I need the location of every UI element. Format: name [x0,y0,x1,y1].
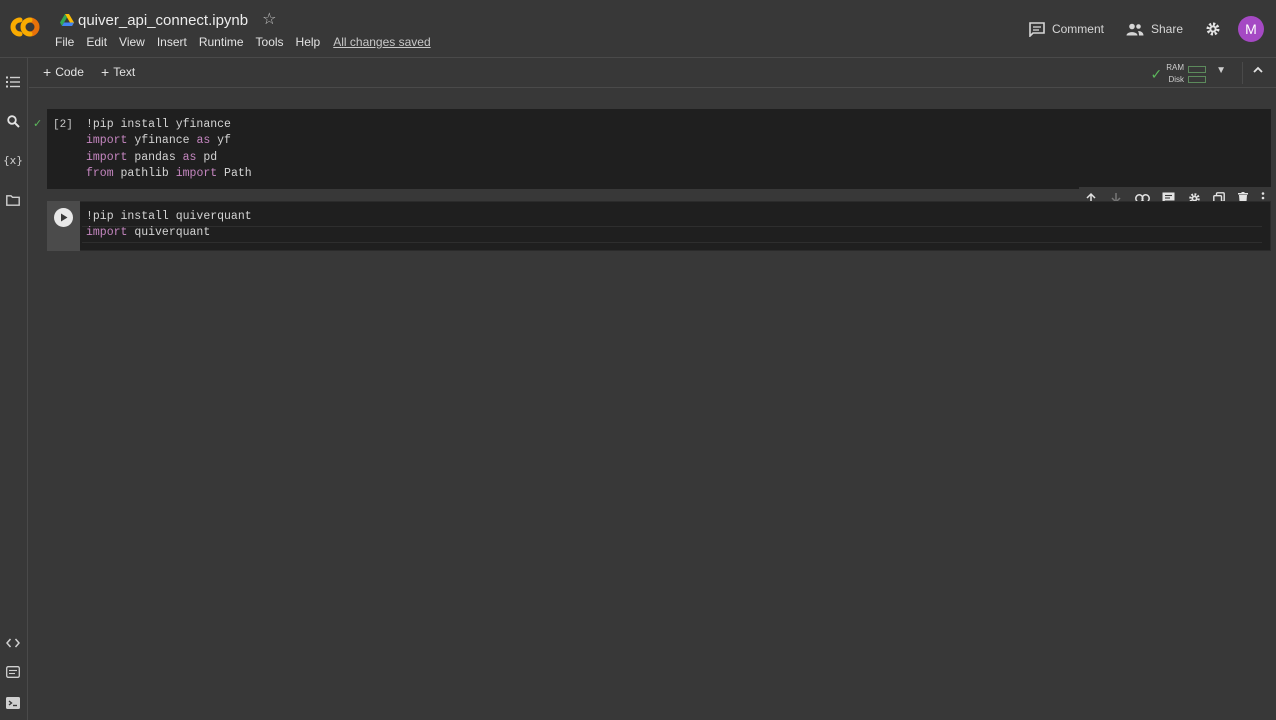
runtime-dropdown-icon[interactable]: ▼ [1216,65,1226,76]
code-token: !pip install quiverquant [86,210,252,223]
toolbar-divider [1242,62,1243,84]
variables-icon[interactable]: {x} [3,152,23,168]
left-sidebar: {x} [0,58,28,720]
notebook-title[interactable]: quiver_api_connect.ipynb [78,12,248,29]
code-keyword: as [196,134,211,148]
connected-check-icon: ✓ [1150,65,1163,82]
play-icon [60,213,67,222]
code-token: yf [210,134,231,148]
terminal-icon[interactable] [5,695,21,711]
code-line: !pip install quiverquant [86,209,252,225]
files-folder-icon[interactable] [5,192,21,208]
share-label: Share [1150,22,1183,36]
share-button[interactable]: Share [1126,22,1183,36]
add-text-label: Text [113,65,136,79]
code-keyword: import [86,134,128,148]
code-line: import yfinance as yf [86,133,252,149]
comment-button[interactable]: Comment [1029,21,1104,37]
star-icon[interactable]: ☆ [262,12,276,28]
code-keyword: import [86,150,128,164]
header-actions: Comment Share M [1029,12,1276,46]
colab-logo-icon[interactable] [6,12,44,42]
code-editor-1[interactable]: !pip install yfinance import yfinance as … [86,117,252,182]
command-palette-icon[interactable] [5,664,21,680]
people-icon [1126,23,1144,35]
comment-label: Comment [1051,22,1104,36]
code-line: import quiverquant [86,225,252,241]
add-code-cell-button[interactable]: + Code [43,64,84,80]
current-line-highlight [82,226,1262,243]
resource-monitor[interactable]: ✓ RAM Disk [1150,62,1206,86]
plus-icon: + [43,64,52,80]
code-snippets-icon[interactable] [5,635,21,651]
code-token: pathlib [113,166,176,180]
user-avatar[interactable]: M [1238,16,1264,42]
menu-file[interactable]: File [55,35,74,49]
menu-view[interactable]: View [119,35,145,49]
code-line: from pathlib import Path [86,166,252,182]
code-token: !pip install yfinance [86,118,231,131]
code-token: pandas [127,150,183,164]
table-of-contents-icon[interactable] [5,74,21,90]
code-keyword: import [175,166,218,180]
notebook-toolbar: + Code + Text ✓ RAM Disk ▼ [29,58,1276,88]
code-token: pd [196,150,218,164]
code-keyword: as [182,150,197,164]
code-token: quiverquant [127,226,211,240]
comment-icon [1029,21,1045,37]
title-row: quiver_api_connect.ipynb ☆ [60,9,276,31]
code-line: import pandas as pd [86,150,252,166]
menu-tools[interactable]: Tools [256,35,284,49]
menu-insert[interactable]: Insert [157,35,187,49]
search-icon[interactable] [5,113,21,129]
menu-help[interactable]: Help [296,35,321,49]
disk-label: Disk [1168,75,1184,84]
add-code-label: Code [55,65,84,79]
menu-runtime[interactable]: Runtime [199,35,244,49]
settings-gear-icon[interactable] [1205,21,1221,37]
ram-label: RAM [1166,63,1184,72]
chevron-up-icon[interactable] [1252,64,1264,76]
code-editor-2[interactable]: !pip install quiverquant import quiverqua… [86,209,252,242]
app-header: quiver_api_connect.ipynb ☆ File Edit Vie… [0,0,1276,58]
add-text-cell-button[interactable]: + Text [101,64,135,80]
ram-usage-bar [1188,65,1206,73]
code-keyword: import [86,226,128,240]
run-cell-button[interactable] [54,208,73,227]
code-token: yfinance [127,134,197,148]
code-line: !pip install yfinance [86,117,252,133]
google-drive-icon[interactable] [60,13,74,27]
execution-success-icon: ✓ [33,118,43,130]
disk-usage-bar [1188,75,1206,83]
save-status[interactable]: All changes saved [333,35,430,49]
plus-icon: + [101,64,110,80]
menu-bar: File Edit View Insert Runtime Tools Help… [55,35,431,49]
execution-count: [2] [53,119,73,131]
code-keyword: from [86,166,114,180]
menu-edit[interactable]: Edit [86,35,107,49]
code-token: Path [217,166,252,180]
